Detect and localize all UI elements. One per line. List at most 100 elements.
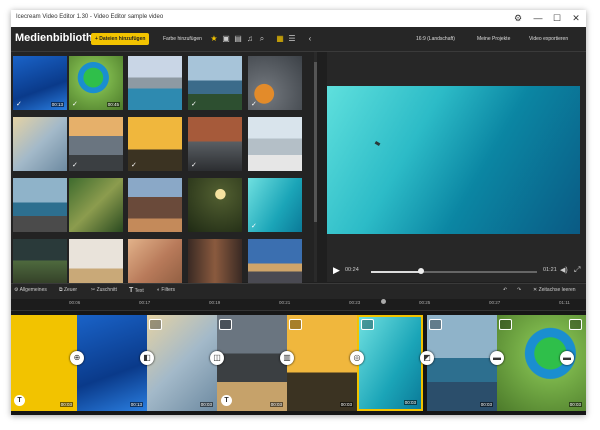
media-thumb[interactable]: ✓ 00:45 (69, 56, 123, 110)
media-thumb[interactable] (248, 117, 302, 171)
transition-icon[interactable]: ◩ (420, 351, 434, 365)
media-thumb[interactable] (188, 178, 242, 232)
media-grid: ✓ 00:13 ✓ 00:45 ✓ ✓ ✓ ✓ ✓ ✓ (11, 52, 315, 293)
transition-icon[interactable]: ▬ (560, 351, 574, 365)
redo-icon[interactable]: ↷ (517, 287, 521, 293)
transition-icon[interactable]: ◧ (140, 351, 154, 365)
ruler-tick: 00:17 (139, 300, 151, 305)
image-filter-icon[interactable]: ▤ (233, 34, 243, 44)
seek-bar-handle[interactable] (417, 268, 424, 274)
text-tool[interactable]: T Text (129, 287, 144, 294)
clip-duration: 00:03 (479, 402, 493, 407)
video-preview[interactable] (327, 86, 580, 234)
ruler-tick: 01:11 (559, 300, 570, 305)
settings-icon[interactable]: ⚙ (511, 12, 525, 24)
close-button[interactable]: ✕ (569, 12, 583, 24)
text-overlay-icon[interactable]: T (14, 395, 25, 406)
volume-icon[interactable]: ◀) (560, 266, 568, 274)
export-video-button[interactable]: Video exportieren (529, 33, 568, 45)
media-thumb[interactable]: ✓ (248, 178, 302, 232)
fullscreen-icon[interactable]: ⤢ (574, 265, 580, 275)
check-icon: ✓ (72, 162, 78, 169)
clear-timeline-button[interactable]: ✕ Zeitachse leeren (533, 287, 576, 293)
grid-view-icon[interactable]: ▦ (275, 34, 285, 44)
app-window: Icecream Video Editor 1.30 - Video Edito… (11, 10, 586, 415)
trim-tool[interactable]: ✂ Zuschnitt (91, 287, 117, 293)
ruler-tick: 00:19 (209, 300, 221, 305)
clip-duration: 00:03 (403, 400, 417, 405)
zoom-transition-icon[interactable]: ⊕ (70, 351, 84, 365)
media-thumb[interactable] (13, 117, 67, 171)
check-icon: ✓ (251, 101, 257, 108)
seek-bar[interactable] (371, 268, 537, 274)
clip-image-badge (499, 319, 512, 330)
clip-duration: 00:03 (339, 402, 353, 407)
scrollbar-thumb[interactable] (314, 62, 317, 222)
favorites-icon[interactable]: ★ (209, 34, 219, 44)
transition-icon[interactable]: ◎ (350, 351, 364, 365)
crop-tool[interactable]: ⧉ Zeuer (59, 287, 77, 293)
playhead[interactable] (381, 299, 386, 304)
media-scrollbar[interactable] (314, 52, 317, 282)
check-icon: ✓ (16, 101, 22, 108)
play-icon[interactable]: ▶ (333, 265, 340, 276)
clip-image-badge (429, 319, 442, 330)
player-controls: ▶ 00:24 01:21 ◀) ⤢ (327, 264, 586, 280)
transition-icon[interactable]: ▥ (280, 351, 294, 365)
ruler-tick: 00:23 (349, 300, 361, 305)
timeline-clip[interactable]: 00:13 (77, 315, 147, 411)
clip-duration: 00:03 (269, 402, 283, 407)
add-folder-button[interactable]: Farbe hinzufügen (163, 33, 202, 45)
list-view-icon[interactable]: ☰ (287, 34, 297, 44)
media-thumb[interactable] (128, 56, 182, 110)
media-thumb[interactable] (69, 178, 123, 232)
transition-icon[interactable]: ▬ (490, 351, 504, 365)
filters-tool[interactable]: ◐ Filters (157, 287, 175, 293)
timeline: 00:03 00:13 00:03 00:03 00:03 00:03 00:0… (11, 311, 586, 415)
audio-filter-icon[interactable]: ♫ (245, 34, 255, 44)
filters-tool-label: Filters (161, 287, 176, 293)
collapse-panel-icon[interactable]: ‹ (305, 34, 315, 44)
general-tool[interactable]: ⚙ Allgemeines (14, 287, 47, 293)
ruler-tick: 00:06 (69, 300, 81, 305)
media-thumb[interactable]: ✓ (248, 56, 302, 110)
main-toolbar: Medienbibliothek + Dateien hinzufügen Fa… (11, 27, 586, 52)
media-thumb[interactable]: ✓ (69, 117, 123, 171)
timeline-ruler[interactable]: 00:06 00:17 00:19 00:21 00:23 00:25 00:2… (11, 299, 586, 311)
media-duration: 00:13 (50, 102, 64, 107)
ruler-tick: 00:21 (279, 300, 291, 305)
media-thumb[interactable]: ✓ (188, 117, 242, 171)
check-icon: ✓ (72, 101, 78, 108)
add-files-button[interactable]: + Dateien hinzufügen (91, 33, 150, 45)
my-projects-button[interactable]: Meine Projekte (477, 33, 510, 45)
clip-image-badge (219, 319, 232, 330)
clip-image-badge (361, 319, 374, 330)
maximize-button[interactable]: ☐ (550, 12, 564, 24)
media-thumb[interactable]: ✓ (188, 56, 242, 110)
clip-image-badge (289, 319, 302, 330)
boat-shape (374, 140, 381, 147)
search-icon[interactable]: ⌕ (257, 34, 267, 44)
title-bar: Icecream Video Editor 1.30 - Video Edito… (11, 10, 586, 27)
preview-panel: ▶ 00:24 01:21 ◀) ⤢ (327, 52, 586, 282)
video-filter-icon[interactable]: ▣ (221, 34, 231, 44)
clip-duration: 00:03 (568, 402, 582, 407)
aspect-ratio-button[interactable]: 16:9 (Landschaft) (416, 33, 455, 45)
text-overlay-icon[interactable]: T (221, 395, 232, 406)
window-title: Icecream Video Editor 1.30 - Video Edito… (16, 14, 164, 20)
media-thumb[interactable]: ✓ (128, 117, 182, 171)
check-icon: ✓ (191, 162, 197, 169)
seek-bar-fill (371, 271, 421, 273)
media-thumb[interactable] (128, 178, 182, 232)
clip-duration: 00:03 (59, 402, 73, 407)
check-icon: ✓ (191, 101, 197, 108)
clear-timeline-label: Zeitachse leeren (538, 287, 576, 293)
crop-tool-label: Zeuer (63, 287, 78, 293)
media-thumb[interactable]: ✓ 00:13 (13, 56, 67, 110)
transition-icon[interactable]: ◫ (210, 351, 224, 365)
media-duration: 00:45 (106, 102, 120, 107)
media-thumb[interactable] (13, 178, 67, 232)
minimize-button[interactable]: — (531, 12, 545, 24)
check-icon: ✓ (131, 162, 137, 169)
undo-icon[interactable]: ↶ (503, 287, 507, 293)
